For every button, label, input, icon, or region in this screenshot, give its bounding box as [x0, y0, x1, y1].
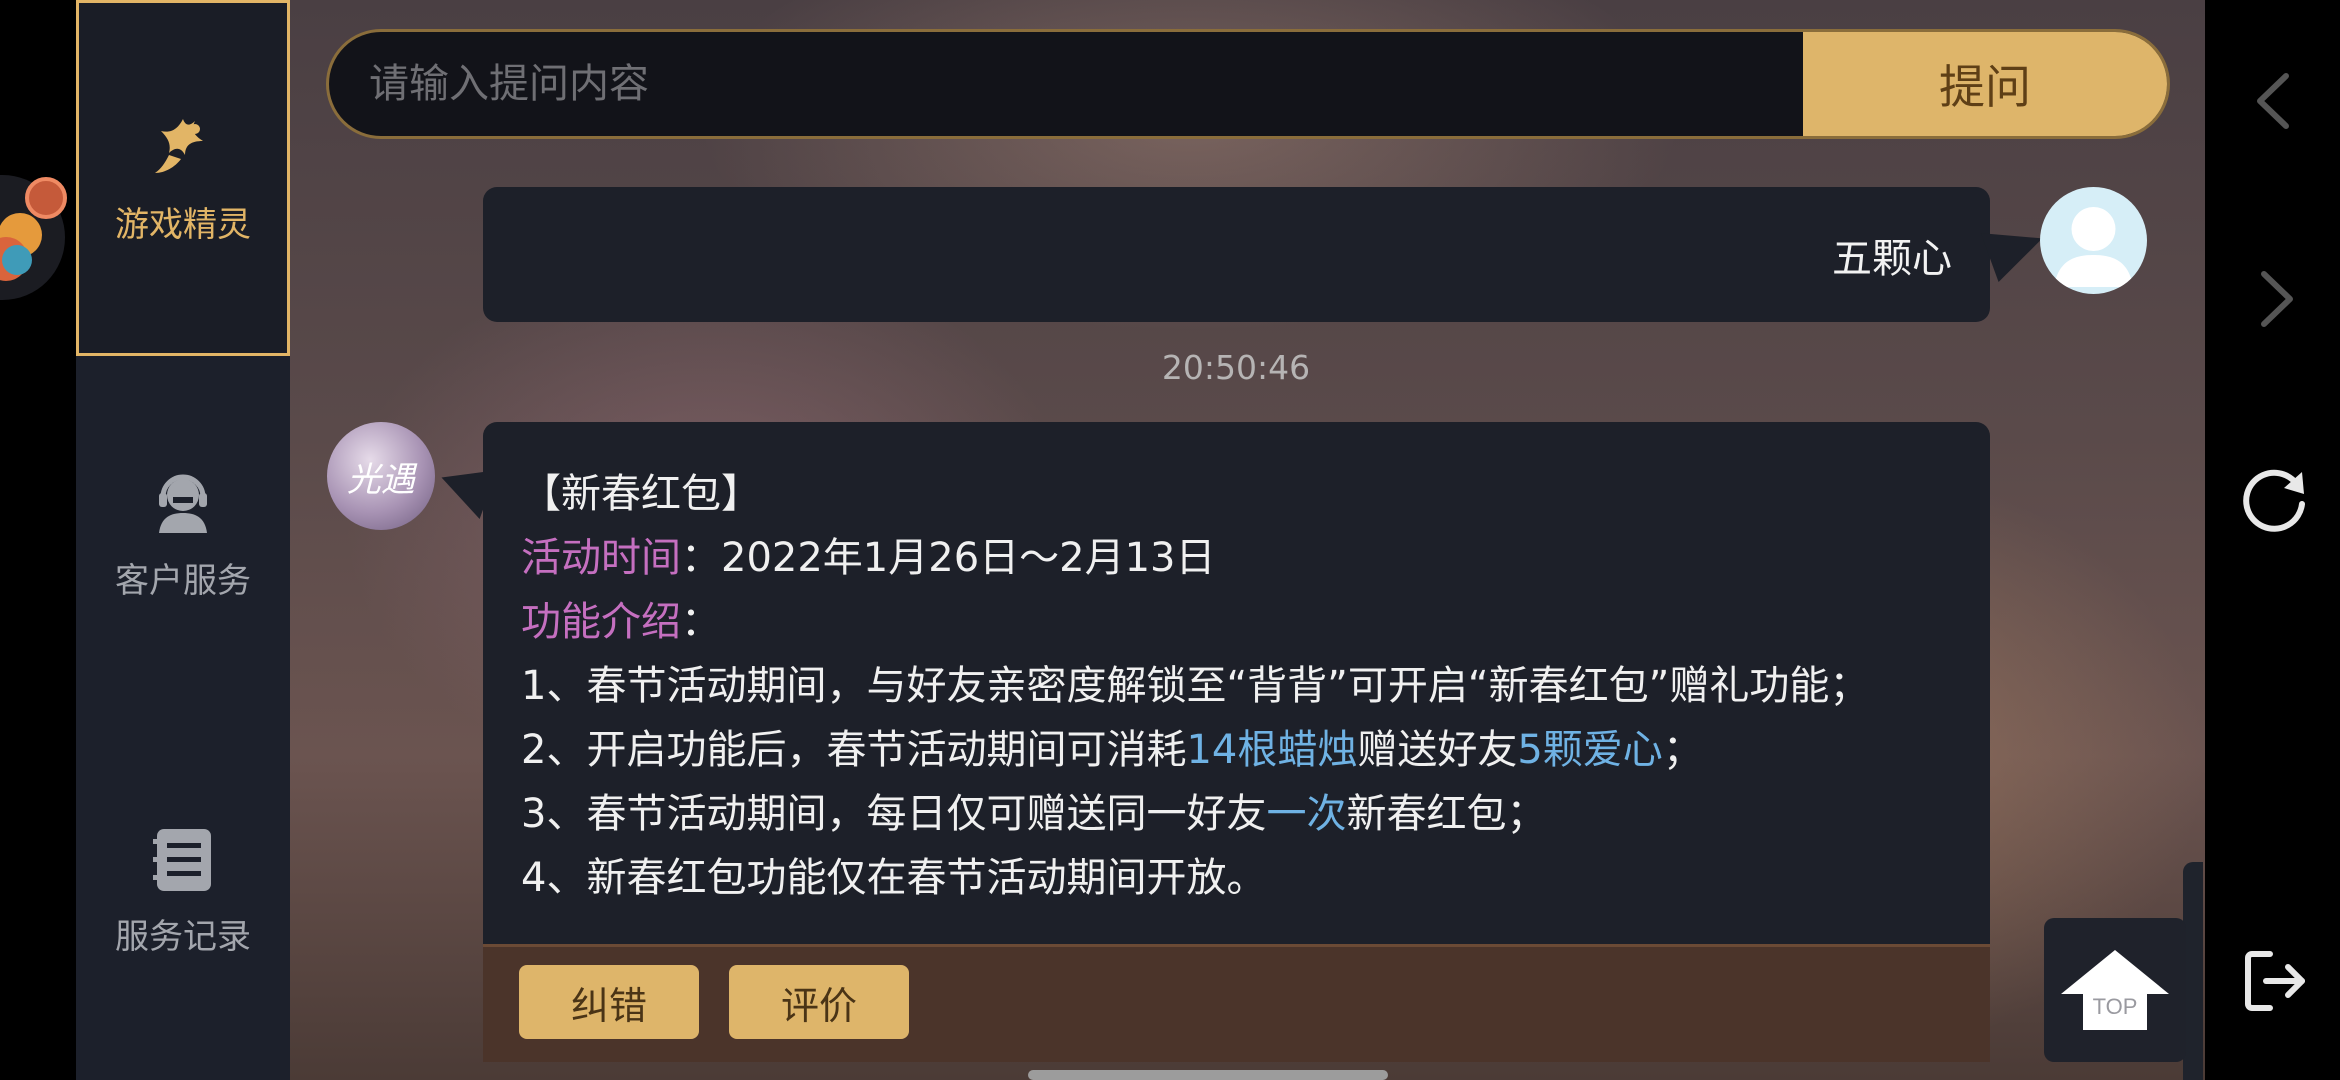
activity-time-label: 活动时间: [521, 535, 681, 581]
sidebar-item-customer-service[interactable]: 客户服务: [76, 356, 290, 712]
app-screen: 游戏精灵 客户服务 服务记录 请输入提问内容 提问 五颗心 20:50:46 光…: [0, 0, 2340, 1080]
message-timestamp: 20:50:46: [1161, 348, 1311, 387]
feature-intro-label: 功能介绍: [521, 599, 681, 645]
sidebar: 游戏精灵 客户服务 服务记录: [76, 0, 290, 1080]
service-record-icon: [147, 823, 219, 895]
feature-intro-colon: ：: [681, 599, 721, 645]
rule-line-3: 3、春节活动期间，每日仅可赠送同一好友一次新春红包；: [521, 782, 1952, 846]
exit-icon[interactable]: [2240, 946, 2310, 1016]
question-input[interactable]: [329, 32, 1803, 136]
rule-line-3-part: 3、春节活动期间，每日仅可赠送同一好友: [521, 791, 1267, 837]
rule-line-1: 1、春节活动期间，与好友亲密度解锁至“背背”可开启“新春红包”赠礼功能；: [521, 663, 1870, 709]
user-placeholder-icon: [2054, 207, 2133, 287]
back-icon[interactable]: [2240, 66, 2310, 136]
ask-button[interactable]: 提问: [1803, 32, 2167, 136]
bot-avatar: 光遇: [327, 422, 435, 530]
sidebar-item-label: 服务记录: [115, 916, 251, 957]
bot-message-title: 【新春红包】: [521, 471, 761, 517]
bot-avatar-logo: 光遇: [347, 459, 415, 500]
candle-cost-highlight: 14根蜡烛: [1186, 727, 1358, 773]
sidebar-item-service-record[interactable]: 服务记录: [76, 712, 290, 1068]
arrow-up-icon: TOP: [2061, 950, 2169, 1030]
bot-message-bubble: 【新春红包】 活动时间：2022年1月26日～2月13日 功能介绍： 1、春节活…: [483, 422, 1990, 944]
sidebar-item-label: 客户服务: [115, 560, 251, 601]
user-avatar: [2040, 187, 2147, 294]
correct-error-label: 纠错: [570, 983, 647, 1028]
refresh-icon[interactable]: [2240, 464, 2310, 534]
floating-assistant-ball[interactable]: [0, 175, 67, 300]
rule-line-2-part: ；: [1662, 727, 1703, 773]
activity-time-value: ：2022年1月26日～2月13日: [681, 535, 1216, 581]
notification-dot: [25, 177, 67, 219]
sidebar-item-label: 游戏精灵: [115, 204, 251, 245]
rule-line-2: 2、开启功能后，春节活动期间可消耗14根蜡烛赠送好友5颗爱心；: [521, 718, 1952, 782]
rule-line-3-part: 新春红包；: [1346, 791, 1547, 837]
forward-icon[interactable]: [2240, 264, 2310, 334]
top-label: TOP: [2093, 994, 2138, 1019]
ask-button-label: 提问: [1939, 60, 2031, 114]
once-highlight: 一次: [1266, 791, 1347, 837]
hearts-highlight: 5颗爱心: [1517, 727, 1663, 773]
rate-label: 评价: [780, 983, 857, 1028]
correct-error-button[interactable]: 纠错: [519, 965, 699, 1039]
right-nav-bar: [2205, 0, 2340, 1080]
rule-line-4: 4、新春红包功能仅在春节活动期间开放。: [521, 855, 1267, 901]
customer-service-icon: [147, 467, 219, 539]
activity-time-line: 活动时间：2022年1月26日～2月13日: [521, 526, 1952, 590]
scroll-to-top-button[interactable]: TOP: [2044, 918, 2186, 1062]
message-feedback-bar: 纠错 评价: [483, 944, 1990, 1062]
feature-intro-line: 功能介绍：: [521, 590, 1952, 654]
horizontal-scroll-indicator: [1028, 1070, 1388, 1080]
user-message-text: 五颗心: [1832, 235, 1952, 282]
fairy-icon: [147, 111, 219, 183]
user-message-bubble: 五颗心: [483, 187, 1990, 322]
sidebar-item-game-fairy[interactable]: 游戏精灵: [76, 0, 290, 356]
rate-button[interactable]: 评价: [729, 965, 909, 1039]
chat-scrollbar[interactable]: [2183, 862, 2203, 1080]
rule-line-2-part: 2、开启功能后，春节活动期间可消耗: [521, 727, 1187, 773]
rule-line-2-part: 赠送好友: [1357, 727, 1518, 773]
ball-petal-icon: [2, 245, 32, 275]
question-search-bar: 提问: [326, 29, 2170, 139]
